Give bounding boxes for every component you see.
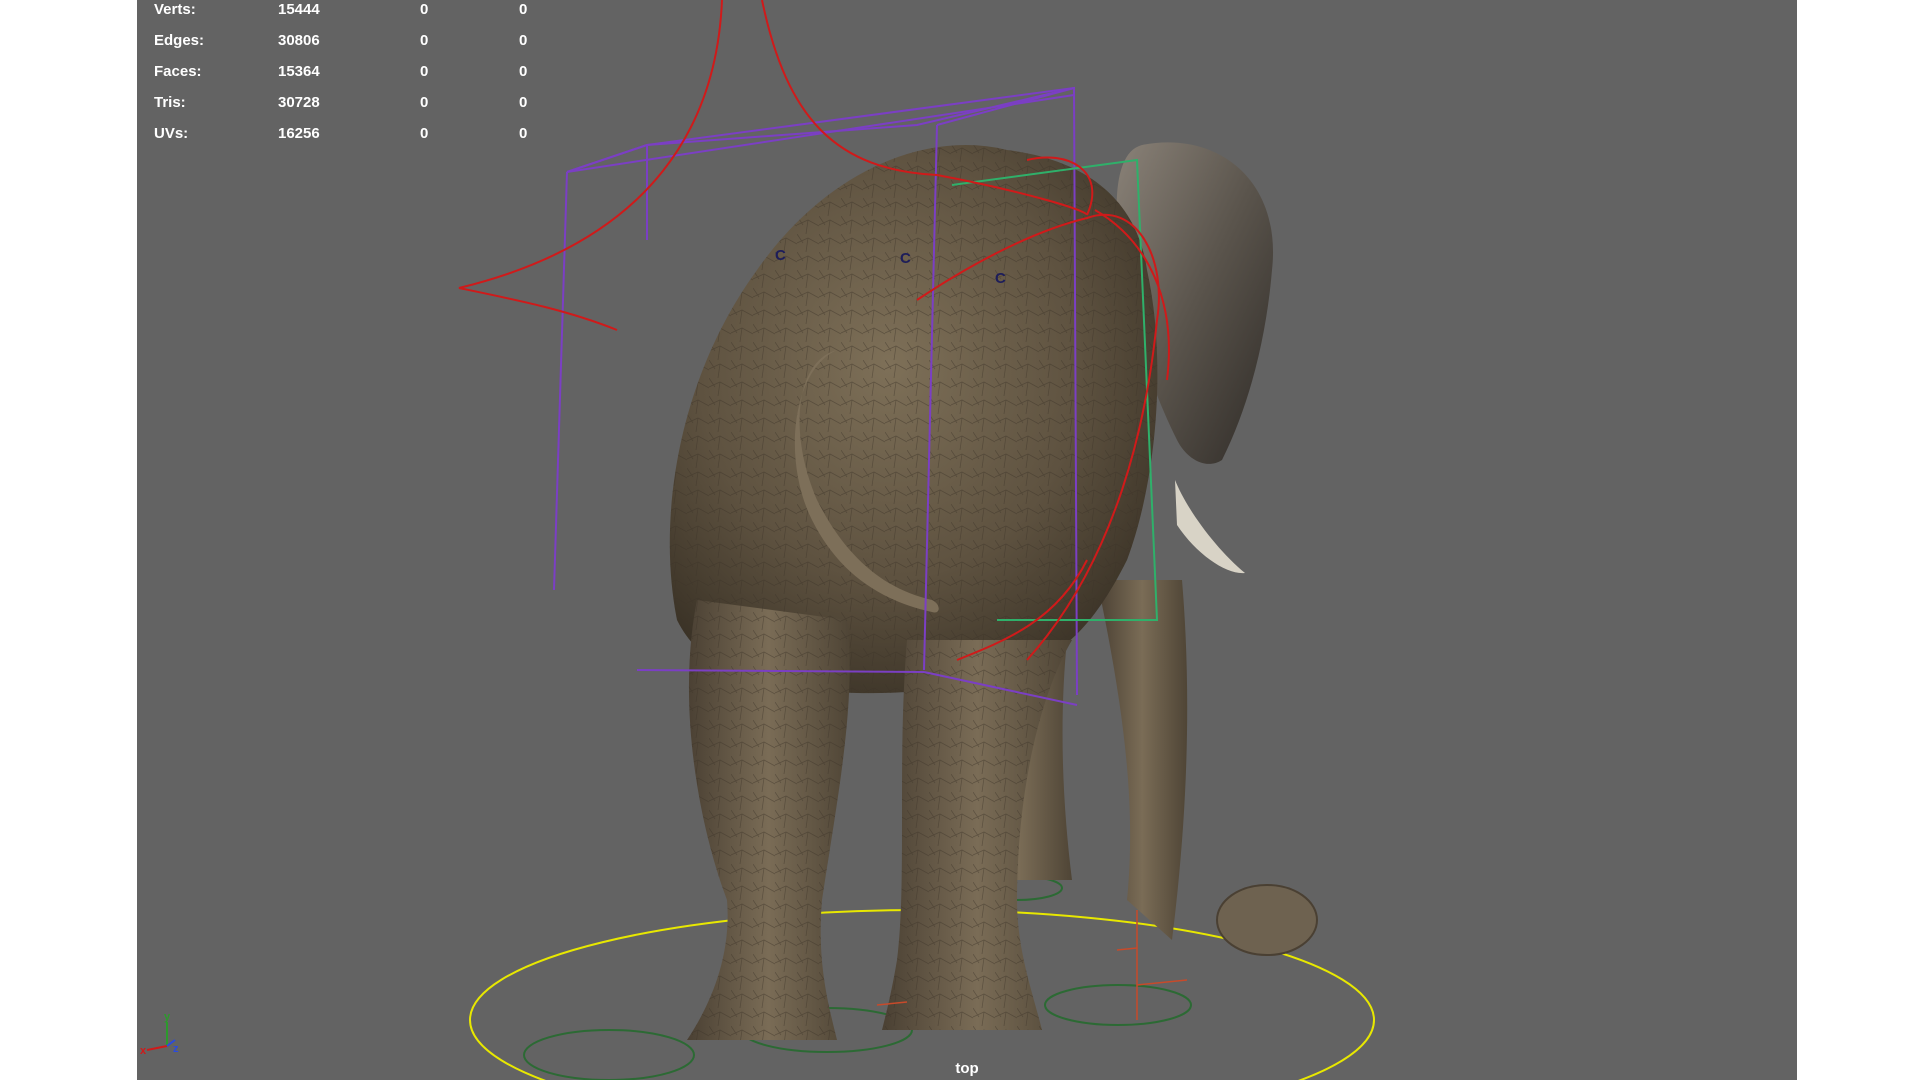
hud-label: UVs: <box>154 125 189 142</box>
hud-row: Edges: 30806 0 0 <box>154 25 554 56</box>
elephant-mesh[interactable] <box>669 142 1318 1040</box>
tusk <box>1175 480 1245 574</box>
hud-label: Tris: <box>154 94 186 111</box>
hud-label: Edges: <box>154 32 205 49</box>
axis-x-label: x <box>140 1045 147 1057</box>
hud-selected-count-2: 0 <box>519 125 528 142</box>
hud-selected-count-2: 0 <box>519 32 528 49</box>
hud-selected-count: 0 <box>420 1 429 18</box>
hud-selected-count: 0 <box>420 32 429 49</box>
hud-count: 30728 <box>278 94 320 111</box>
foot-control-front-right[interactable] <box>1044 984 1192 1026</box>
hud-selected-count-2: 0 <box>519 94 528 111</box>
hud-label: Verts: <box>154 1 196 18</box>
raised-foot-pad <box>1216 884 1318 956</box>
hud-label: Faces: <box>154 63 202 80</box>
hud-row: Faces: 15364 0 0 <box>154 56 554 87</box>
control-label-c2[interactable]: C <box>900 250 911 267</box>
hud-row: Verts: 15444 0 0 <box>154 0 554 25</box>
hud-selected-count: 0 <box>420 94 429 111</box>
scene-view[interactable]: C C C y x z <box>137 0 1797 1080</box>
hud-selected-count: 0 <box>420 125 429 142</box>
axis-gizmo: y x z <box>140 1011 179 1057</box>
hud-count: 16256 <box>278 125 320 142</box>
viewport-panel[interactable]: C C C y x z Verts: 15444 0 0 Edges: 30806 0 0 Fa… <box>137 0 1797 1080</box>
hud-row: UVs: 16256 0 0 <box>154 118 554 149</box>
hud-count: 15444 <box>278 1 320 18</box>
poly-count-hud: Verts: 15444 0 0 Edges: 30806 0 0 Faces: 15364 0 0 T… <box>154 0 554 149</box>
hud-selected-count-2: 0 <box>519 63 528 80</box>
control-label-c3[interactable]: C <box>995 270 1006 287</box>
hud-selected-count: 0 <box>420 63 429 80</box>
hud-selected-count-2: 0 <box>519 1 528 18</box>
hud-count: 15364 <box>278 63 320 80</box>
control-label-c1[interactable]: C <box>775 247 786 264</box>
axis-y-label: y <box>164 1011 171 1023</box>
axis-z-label: z <box>173 1043 179 1055</box>
camera-label: top <box>955 1060 979 1077</box>
hud-count: 30806 <box>278 32 320 49</box>
hud-row: Tris: 30728 0 0 <box>154 87 554 118</box>
